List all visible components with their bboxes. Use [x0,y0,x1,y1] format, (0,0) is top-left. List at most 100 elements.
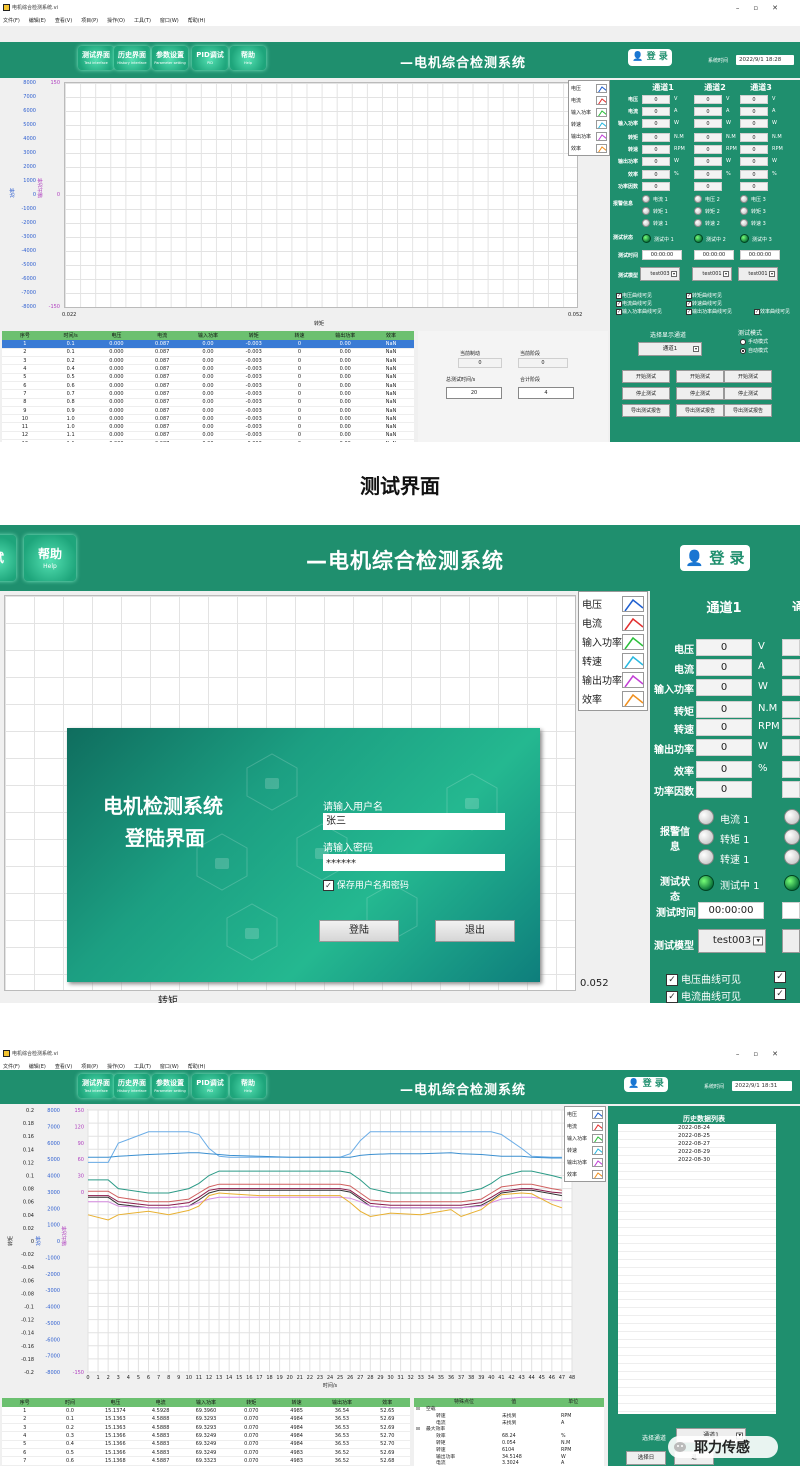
curve-visible-checkbox[interactable]: ✓电压曲线可见 [666,971,741,986]
table-header[interactable]: 电压 [92,1398,138,1407]
tree-row[interactable]: 转矩 0.054 N.M [414,1441,604,1448]
collapse-icon[interactable]: ⊟ [414,1427,422,1434]
menu-operate[interactable]: 操作(O) [107,18,125,24]
window-controls[interactable]: –▫✕ [736,0,792,16]
remember-checkbox[interactable]: ✓ 保存用户名和密码 [323,878,409,891]
table-header[interactable]: 转矩 [228,1398,274,1407]
legend-voltage[interactable]: 电压 [567,1108,603,1120]
history-list-item[interactable]: 2022-08-25 [618,1132,776,1140]
model-dropdown[interactable]: test001 ▾ [692,267,732,281]
curve-visible-checkbox[interactable]: ✓输出功率曲线可见 [686,308,732,315]
nav-history[interactable]: 历史界面 History interface [114,1074,150,1098]
table-header[interactable]: 电流 [137,1398,184,1407]
table-row[interactable]: 2 0.1 0.000 0.087 0.00 -0.003 0 0.00 NaN [2,348,414,358]
total-stage-input[interactable]: 4 [518,387,574,399]
tree-row[interactable]: 效率 68.24% [414,1434,604,1441]
nav-help[interactable]: 帮助 Help [230,1074,266,1098]
legend-outpower[interactable]: 输出功率 [571,130,607,142]
table-header[interactable]: 转速 [273,1398,320,1407]
password-input[interactable]: ****** [323,854,505,871]
curve-visible-checkbox[interactable]: ✓电压曲线可见 [616,292,652,299]
legend-efficiency[interactable]: 效率 [567,1168,603,1180]
username-input[interactable]: 张三 [323,813,505,830]
legend-efficiency[interactable]: 效率 [582,689,644,708]
table-header[interactable]: 输入功率 [185,331,231,340]
legend-voltage[interactable]: 电压 [571,82,607,94]
table-row[interactable]: 7 0.6 15.1368 4.5887 69.3323 0.070 4983 36.52 52… [2,1456,410,1466]
legend-voltage[interactable]: 电压 [582,594,644,613]
table-row[interactable]: 1 0.0 15.1374 4.5928 69.3960 0.070 4985 36.54 52… [2,1407,410,1416]
legend-current[interactable]: 电流 [571,94,607,106]
close-icon[interactable]: ✕ [772,4,792,12]
export-report-button[interactable]: 导出测试报告 [622,404,670,417]
nav-test-cut[interactable]: 试 [0,535,16,581]
nav-help[interactable]: 帮助 Help [230,46,266,70]
tree-row[interactable]: 转速 未找到 RPM [414,1414,604,1421]
legend-inpower[interactable]: 输入功率 [571,106,607,118]
curve-visible-checkbox[interactable]: ✓电流曲线可见 [616,300,652,307]
legend-outpower[interactable]: 输出功率 [567,1156,603,1168]
nav-pid[interactable]: PID调试 PID [192,46,228,70]
login-button[interactable]: 👤 登 录 [680,545,750,571]
table-header[interactable]: 输出功率 [322,331,369,340]
nav-pid[interactable]: PID调试 PID [192,1074,228,1098]
legend-speed[interactable]: 转速 [567,1144,603,1156]
stop-test-button[interactable]: 停止测试 [676,387,724,400]
history-list[interactable]: 2022-08-24 2022-08-25 2022-08-27 2022-08-29… [618,1124,776,1414]
menu-tools[interactable]: 工具(T) [134,18,151,24]
table-row[interactable]: 3 0.2 15.1363 4.5888 69.3293 0.070 4984 36.53 52… [2,1423,410,1433]
history-data-table[interactable]: 序号 时间 电压 电流 输入功率 转矩 转速 输出功率 效率 1 0.0 15.1374 4.5928 6… [2,1398,410,1466]
total-time-input[interactable]: 20 [446,387,502,399]
table-header[interactable]: 序号 [2,331,48,340]
legend-inpower[interactable]: 输入功率 [582,632,644,651]
select-date-button[interactable]: 选择日 [626,1451,666,1465]
table-row[interactable]: 7 0.7 0.000 0.087 0.00 -0.003 0 0.00 NaN [2,389,414,399]
menu-view[interactable]: 查看(V) [55,18,72,24]
table-row[interactable]: 3 0.2 0.000 0.087 0.00 -0.003 0 0.00 NaN [2,356,414,366]
nav-test[interactable]: 测试界面 Test interface [78,46,114,70]
table-row[interactable]: 5 0.5 0.000 0.087 0.00 -0.003 0 0.00 NaN [2,373,414,383]
table-row[interactable]: 11 1.0 0.000 0.087 0.00 -0.003 0 0.00 NaN [2,422,414,432]
minimize-icon[interactable]: – [736,1050,754,1058]
minimize-icon[interactable]: – [736,4,754,12]
table-row[interactable]: 9 0.9 0.000 0.087 0.00 -0.003 0 0.00 NaN [2,406,414,416]
curve-visible-checkbox[interactable]: ✓转矩曲线可见 [686,292,722,299]
login-button[interactable]: 👤 登 录 [628,49,672,66]
table-header[interactable]: 时间/s [47,331,94,340]
table-header[interactable]: 转速 [276,331,323,340]
model-dropdown-cut[interactable] [782,929,800,953]
table-header[interactable]: 转矩 [230,331,277,340]
table-row[interactable]: 5 0.4 15.1366 4.5883 69.3249 0.070 4984 36.53 52… [2,1440,410,1450]
menu-project[interactable]: 项目(P) [81,18,98,24]
login-button[interactable]: 👤 登 录 [624,1077,668,1092]
table-row[interactable]: 2 0.1 15.1363 4.5888 69.3293 0.070 4984 36.53 52… [2,1415,410,1425]
table-header[interactable]: 效率 [364,1398,410,1407]
table-header[interactable]: 输入功率 [183,1398,229,1407]
close-icon[interactable]: ✕ [772,1050,792,1058]
table-row[interactable]: 80.715.13684.588769.33230.070498336.5252… [2,1465,410,1466]
curve-visible-checkbox[interactable]: ✓转速曲线可见 [686,300,722,307]
model-dropdown[interactable]: test003 ▾ [698,929,766,953]
tree-row[interactable]: ⊟ 空载 [414,1407,604,1414]
export-report-button[interactable]: 导出测试报告 [676,404,724,417]
legend-efficiency[interactable]: 效率 [571,142,607,154]
tree-row[interactable]: 电流 3.3024 A [414,1461,604,1466]
curve-visible-checkbox[interactable]: ✓电流曲线可见 [666,988,741,1003]
history-list-item[interactable]: 2022-08-30 [618,1156,776,1164]
nav-params[interactable]: 参数设置 Parameter setting [152,1074,188,1098]
history-list-item[interactable]: 2022-08-27 [618,1140,776,1148]
stop-test-button[interactable]: 停止测试 [622,387,670,400]
menu-window[interactable]: 窗口(W) [160,18,179,24]
table-header[interactable]: 电流 [139,331,186,340]
legend-current[interactable]: 电流 [582,613,644,632]
curve-visible-checkbox[interactable]: ✓输入功率曲线可见 [616,308,662,315]
menu-help[interactable]: 帮助(H) [188,18,206,24]
mode-radio[interactable]: 自动模式 [740,347,768,354]
table-header[interactable]: 输出功率 [319,1398,365,1407]
table-row[interactable]: 1 0.1 0.000 0.087 0.00 -0.003 0 0.00 NaN [2,340,414,349]
start-test-button[interactable]: 开始测试 [622,370,670,383]
window-controls[interactable]: –▫✕ [736,1046,792,1062]
legend-current[interactable]: 电流 [567,1120,603,1132]
table-row[interactable]: 10 1.0 0.000 0.087 0.00 -0.003 0 0.00 NaN [2,414,414,424]
table-row[interactable]: 4 0.3 15.1366 4.5883 69.3249 0.070 4984 36.53 52… [2,1431,410,1441]
